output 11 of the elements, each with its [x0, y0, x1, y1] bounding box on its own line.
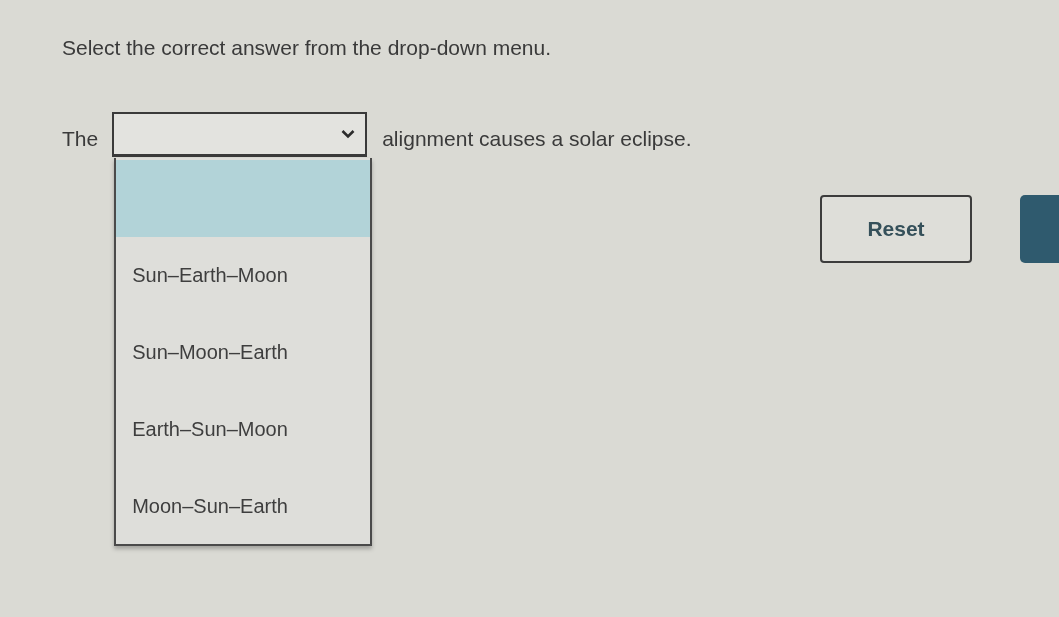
dropdown-option[interactable]: Sun–Moon–Earth: [116, 314, 371, 391]
chevron-down-icon: [341, 129, 356, 139]
reset-button[interactable]: Reset: [820, 195, 972, 263]
dropdown-option[interactable]: Sun–Earth–Moon: [116, 237, 371, 314]
dropdown-option[interactable]: Earth–Sun–Moon: [116, 391, 371, 468]
instruction-text: Select the correct answer from the drop-down menu.: [62, 36, 553, 60]
dropdown-option[interactable]: Moon–Sun–Earth: [116, 468, 371, 545]
action-button[interactable]: [1020, 195, 1059, 263]
sentence-text: The: [62, 125, 99, 151]
dropdown-select[interactable]: [112, 112, 368, 157]
sentence-text: alignment causes a solar eclipse.: [382, 125, 692, 151]
